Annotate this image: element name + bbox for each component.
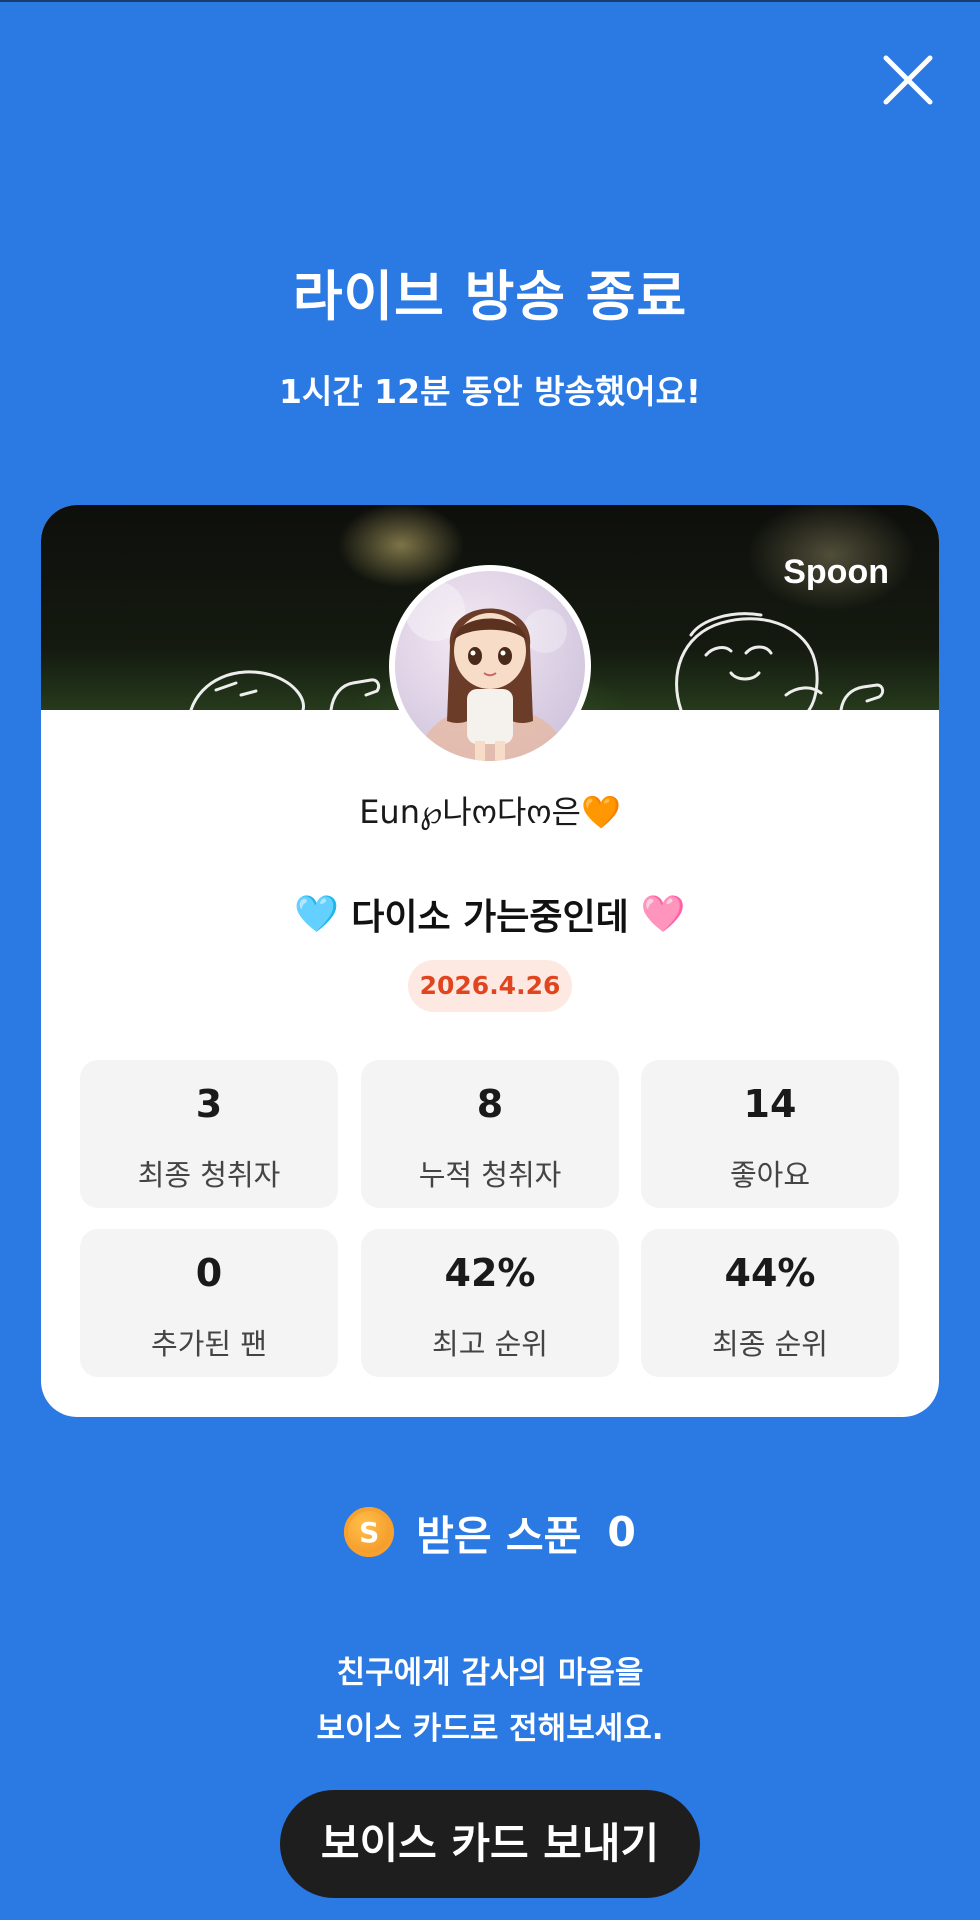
avatar-image (395, 571, 585, 761)
stat-total-listeners: 8 누적 청취자 (361, 1060, 619, 1208)
stat-value: 0 (195, 1251, 223, 1295)
live-title: 🩵 다이소 가는중인데 🩷 (41, 888, 939, 940)
nickname: Eun℘나ო다ო은🧡 (41, 787, 939, 833)
received-spoons-count: 0 (607, 1508, 636, 1556)
send-voice-card-button[interactable]: 보이스 카드 보내기 (280, 1790, 700, 1898)
stat-highest-rank: 42% 최고 순위 (361, 1229, 619, 1377)
coin-letter: S (359, 1515, 380, 1549)
page-title: 라이브 방송 종료 (292, 265, 688, 328)
close-icon (883, 55, 933, 105)
stat-new-fans: 0 추가된 팬 (80, 1229, 338, 1377)
thanks-line-1: 친구에게 감사의 마음을 (336, 1655, 644, 1691)
light-blue-heart-emoji: 🩵 (294, 894, 340, 935)
broadcast-duration: 1시간 12분 동안 방송했어요! (278, 372, 701, 411)
broadcast-summary-card: Spoon Eun℘나ო다ო은🧡 🩵 다이소 가는중인데 🩷 2026.4.26… (41, 505, 939, 1417)
pink-heart-emoji: 🩷 (640, 894, 686, 935)
received-spoons: S 받은 스푼 0 (0, 1505, 980, 1560)
stat-value: 14 (743, 1082, 797, 1126)
stat-likes: 14 좋아요 (641, 1060, 899, 1208)
stat-value: 44% (724, 1251, 816, 1295)
nickname-text: Eun℘나ო다ო은 (359, 793, 581, 831)
close-button[interactable] (876, 48, 940, 112)
top-edge-line (0, 0, 980, 2)
stat-final-listeners: 3 최종 청취자 (80, 1060, 338, 1208)
stat-label: 누적 청취자 (418, 1158, 562, 1192)
thanks-line-2: 보이스 카드로 전해보세요. (316, 1711, 664, 1747)
profile-avatar[interactable] (389, 565, 591, 767)
broadcast-date-badge: 2026.4.26 (408, 960, 572, 1012)
stat-label: 추가된 팬 (151, 1327, 267, 1361)
stat-label: 최종 순위 (712, 1327, 828, 1361)
stat-value: 3 (195, 1082, 223, 1126)
stat-final-rank: 44% 최종 순위 (641, 1229, 899, 1377)
thanks-message: 친구에게 감사의 마음을 보이스 카드로 전해보세요. (0, 1645, 980, 1757)
orange-heart-emoji: 🧡 (580, 793, 621, 831)
stat-label: 최종 청취자 (137, 1158, 281, 1192)
stat-label: 최고 순위 (432, 1327, 548, 1361)
received-spoons-label: 받은 스푼 (416, 1512, 582, 1560)
stat-value: 42% (444, 1251, 536, 1295)
stat-label: 좋아요 (729, 1158, 811, 1192)
stat-value: 8 (476, 1082, 504, 1126)
spoon-coin-icon: S (344, 1507, 395, 1557)
live-title-text: 다이소 가는중인데 (351, 897, 629, 938)
